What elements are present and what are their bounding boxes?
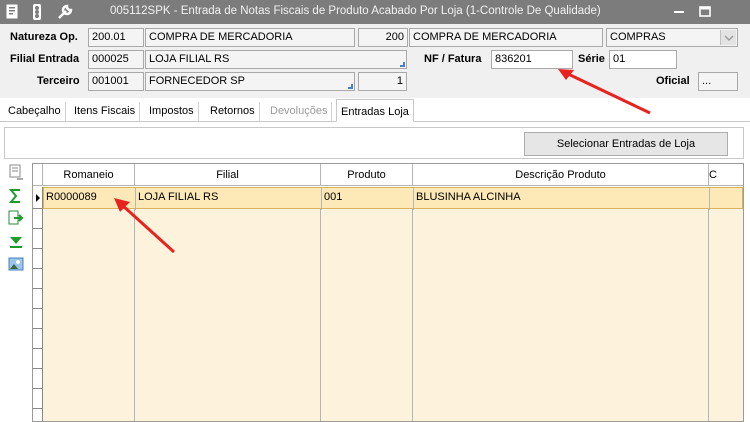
document-icon[interactable] — [4, 3, 22, 21]
tab-bar: Cabeçalho Itens Fiscais Impostos Retorno… — [0, 99, 750, 122]
row-indicator[interactable] — [33, 309, 43, 329]
tab-impostos[interactable]: Impostos — [145, 102, 199, 122]
terceiro-desc-field[interactable]: FORNECEDOR SP — [145, 72, 355, 91]
tab-itens-fiscais[interactable]: Itens Fiscais — [70, 102, 141, 122]
natureza-desc-field[interactable]: COMPRA DE MERCADORIA — [145, 28, 355, 47]
natureza-num-field[interactable]: 200 — [358, 28, 408, 47]
tab-entradas-loja[interactable]: Entradas Loja — [336, 99, 414, 122]
lookup-corner-icon — [400, 62, 405, 67]
cell-descricao[interactable]: BLUSINHA ALCINHA — [414, 188, 710, 210]
sum-icon[interactable] — [8, 188, 24, 204]
oficial-field[interactable]: ... — [698, 72, 738, 91]
column-header-extra[interactable]: C — [709, 164, 743, 186]
row-indicator[interactable] — [33, 269, 43, 289]
cell-romaneio[interactable]: R0000089 — [44, 188, 136, 210]
filter-down-icon[interactable] — [8, 234, 24, 250]
empty-column-area — [135, 209, 321, 421]
table-row[interactable]: R0000089 LOJA FILIAL RS 001 BLUSINHA ALC… — [43, 187, 743, 210]
cell-filial[interactable]: LOJA FILIAL RS — [136, 188, 322, 210]
selecionar-entradas-button[interactable]: Selecionar Entradas de Loja — [524, 132, 728, 156]
entradas-grid: Romaneio Filial Produto Descrição Produt… — [32, 163, 744, 422]
filial-label: Filial Entrada — [10, 53, 80, 65]
grid-toolbar — [0, 162, 30, 422]
restore-icon[interactable] — [696, 4, 714, 20]
tab-retornos[interactable]: Retornos — [206, 102, 260, 122]
row-indicator-header — [33, 164, 43, 186]
column-header-descricao[interactable]: Descrição Produto — [413, 164, 709, 186]
title-bar: 005112SPK - Entrada de Notas Fiscais de … — [0, 0, 750, 24]
column-header-filial[interactable]: Filial — [135, 164, 321, 186]
header-form: Natureza Op. 200.01 COMPRA DE MERCADORIA… — [0, 24, 750, 98]
terceiro-code-field[interactable]: 001001 — [88, 72, 144, 91]
oficial-label: Oficial — [656, 75, 690, 87]
empty-column-area — [43, 209, 135, 421]
natureza-combo[interactable]: COMPRAS — [606, 28, 738, 47]
window-title: 005112SPK - Entrada de Notas Fiscais de … — [110, 5, 601, 17]
row-indicator[interactable] — [33, 409, 43, 421]
cell-produto[interactable]: 001 — [322, 188, 414, 210]
empty-column-area — [709, 209, 743, 421]
row-indicator[interactable] — [33, 209, 43, 229]
filial-desc-field[interactable]: LOJA FILIAL RS — [145, 50, 407, 69]
natureza-desc2-field[interactable]: COMPRA DE MERCADORIA — [409, 28, 603, 47]
row-indicator[interactable] — [33, 389, 43, 409]
serie-field[interactable]: 01 — [609, 50, 677, 69]
serie-label: Série — [578, 53, 605, 65]
empty-column-area — [413, 209, 709, 421]
image-icon[interactable] — [8, 256, 24, 272]
entradas-panel: Selecionar Entradas de Loja — [4, 127, 744, 159]
column-header-romaneio[interactable]: Romaneio — [43, 164, 135, 186]
natureza-code-field[interactable]: 200.01 — [88, 28, 144, 47]
row-indicator[interactable] — [33, 229, 43, 249]
lookup-corner-icon — [348, 84, 353, 89]
wrench-icon[interactable] — [56, 3, 74, 21]
filial-code-field[interactable]: 000025 — [88, 50, 144, 69]
traffic-light-icon[interactable] — [28, 3, 46, 21]
terceiro-label: Terceiro — [37, 75, 80, 87]
nf-fatura-field[interactable]: 836201 — [491, 50, 573, 69]
row-indicator[interactable] — [33, 249, 43, 269]
row-indicator[interactable] — [33, 187, 43, 209]
grid-settings-icon[interactable] — [8, 164, 24, 180]
empty-column-area — [321, 209, 413, 421]
row-indicator[interactable] — [33, 369, 43, 389]
row-indicator[interactable] — [33, 329, 43, 349]
tab-cabecalho[interactable]: Cabeçalho — [4, 102, 66, 122]
current-row-icon — [36, 194, 40, 202]
chevron-down-icon[interactable] — [720, 30, 736, 45]
natureza-label: Natureza Op. — [10, 31, 78, 43]
row-indicator[interactable] — [33, 289, 43, 309]
nf-label: NF / Fatura — [424, 53, 482, 65]
row-indicator[interactable] — [33, 349, 43, 369]
minimize-icon[interactable] — [670, 4, 688, 20]
tab-devolucoes[interactable]: Devoluções — [266, 102, 333, 122]
terceiro-num-field[interactable]: 1 — [358, 72, 407, 91]
export-icon[interactable] — [8, 210, 24, 226]
column-header-produto[interactable]: Produto — [321, 164, 413, 186]
